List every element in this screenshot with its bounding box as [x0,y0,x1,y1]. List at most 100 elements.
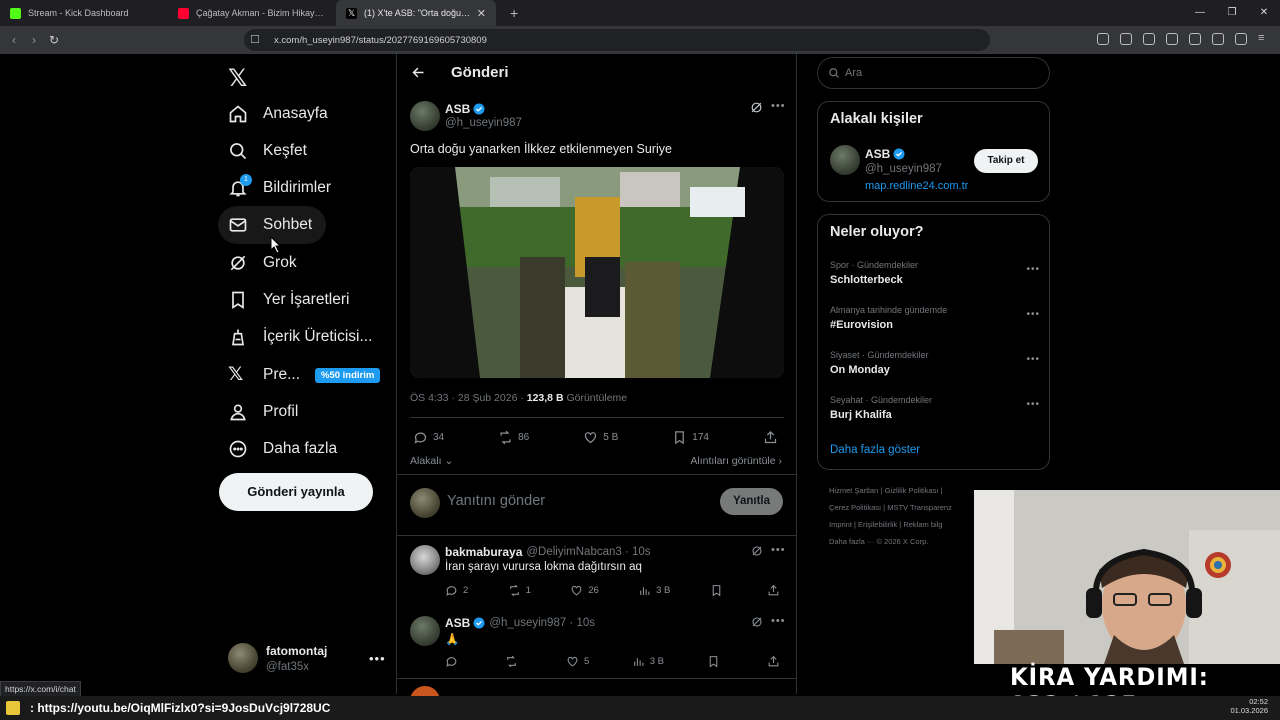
account-handle: @fat35x [266,660,310,673]
bookmark-page-icon[interactable]: ☐ [250,33,260,46]
extension-icon[interactable] [1143,33,1155,45]
trend-item[interactable]: Spor · Gündemdekiler Schlotterbeck ••• [830,260,1040,286]
grok-icon[interactable] [750,101,763,114]
search-input[interactable]: Ara [817,57,1050,89]
more-dots-icon[interactable]: ••• [1026,399,1040,410]
menu-icon[interactable]: ≡ [1258,33,1270,45]
grok-icon[interactable] [751,616,763,628]
reply-action[interactable]: 2 [445,584,468,597]
more-dots-icon[interactable]: ••• [1026,354,1040,365]
avatar[interactable] [410,101,440,131]
author-handle: @h_useyin987 [865,163,942,175]
repost-action[interactable] [505,655,523,668]
views-action[interactable]: 3 B [632,655,664,668]
reply-button[interactable]: Yanıtla [720,488,783,515]
nav-grok[interactable]: Grok [218,244,311,282]
repost-action[interactable]: 1 [508,584,531,597]
nav-more[interactable]: Daha fazla [218,430,351,468]
back-arrow-icon[interactable] [411,65,426,80]
bookmark-action[interactable]: 174 [672,430,709,445]
show-more-link[interactable]: Daha fazla göster [830,444,920,456]
nav-bookmarks[interactable]: Yer İşaretleri [218,281,363,319]
reload-icon[interactable]: ↻ [44,33,64,47]
bookmark-action[interactable] [710,584,728,597]
tab-x[interactable]: 𝕏 (1) X'te ASB: "Orta doğu yanar ✕ [336,0,496,26]
avatar[interactable] [410,545,440,575]
nav-notifications[interactable]: 1 Bildirimler [218,169,345,207]
tweet-meta: ÖS 4:33 · 28 Şub 2026 · 123,8 B Görüntül… [410,392,627,404]
related-author[interactable]: ASB [865,147,905,161]
avatar[interactable] [830,145,860,175]
more-dots-icon[interactable]: ••• [1026,264,1040,275]
more-dots-icon[interactable]: ••• [771,544,786,556]
extension-icon[interactable] [1212,33,1224,45]
extension-icon[interactable] [1189,33,1201,45]
sort-label: Alakalı [410,455,442,467]
chat-ticker: : https://youtu.be/OiqMlFizlx0?si=9JosDu… [30,701,331,715]
nav-label: Anasayfa [263,105,328,122]
grok-icon[interactable] [751,545,763,557]
back-nav-icon[interactable]: ‹ [4,33,24,47]
nav-creator[interactable]: İçerik Üreticisi... [218,318,386,356]
minimize-icon[interactable]: — [1184,0,1216,26]
maximize-icon[interactable]: ❐ [1216,0,1248,26]
more-dots-icon[interactable]: ••• [771,615,786,627]
post-button[interactable]: Gönderi yayınla [219,473,373,511]
reply-action[interactable]: 34 [413,430,444,445]
view-count: 3 B [649,656,665,667]
like-action[interactable]: 5 B [583,430,618,445]
extension-icon[interactable] [1097,33,1109,45]
repost-icon [500,430,511,445]
share-action[interactable] [767,655,785,668]
footer-links[interactable]: Hizmet Şartları | Gizlilik Politikası | … [829,482,979,550]
avatar[interactable] [410,616,440,646]
trend-item[interactable]: Seyahat · Gündemdekiler Burj Khalifa ••• [830,395,1040,421]
more-dots-icon[interactable]: ••• [369,651,386,666]
follow-button[interactable]: Takip et [974,149,1038,173]
chevron-right-icon: › [778,455,783,467]
more-dots-icon[interactable]: ••• [771,100,786,112]
nav-profile[interactable]: Profil [218,393,312,431]
more-dots-icon[interactable]: ••• [1026,309,1040,320]
url-field[interactable]: x.com/h_useyin987/status/202776916960573… [244,29,990,51]
account-switcher[interactable]: fatomontaj @fat35x ••• [228,643,385,673]
reply-author[interactable]: ASB @h_useyin987 · 10s [445,616,595,630]
sort-relevant-dropdown[interactable]: Alakalı ⌄ [410,455,453,467]
tweet-author[interactable]: ASB [445,102,485,116]
reply-input[interactable]: Yanıtını gönder [447,493,545,509]
like-action[interactable]: 5 [566,655,589,668]
trend-category: Siyaset · Gündemdekiler [830,350,929,360]
bookmark-icon [228,290,248,310]
nav-premium[interactable]: 𝕏 Pre... %50 indirim [218,356,396,394]
close-icon[interactable]: ✕ [1248,0,1280,26]
trend-item[interactable]: Almanya tarihinde gündemde #Eurovision •… [830,305,1040,331]
extension-icon[interactable] [1166,33,1178,45]
extension-icon[interactable] [1120,33,1132,45]
views-action[interactable]: 3 B [638,584,670,597]
reply-action[interactable] [445,655,463,668]
reply-author[interactable]: bakmaburaya @DeliyimNabcan3 · 10s [445,545,651,559]
share-action[interactable] [763,430,783,445]
reply-actions: 2 1 26 3 B [445,584,785,597]
tab-kick[interactable]: Stream - Kick Dashboard [0,0,168,26]
tab-youtube[interactable]: Çağatay Akman - Bizim Hikaye (Offici [168,0,336,26]
bookmark-action[interactable] [707,655,725,668]
profile-link[interactable]: map.redline24.com.tr [865,180,968,192]
taskbar-app-icon[interactable] [6,701,20,715]
new-tab-icon[interactable]: + [510,5,518,21]
nav-explore[interactable]: Keşfet [218,132,321,170]
like-action[interactable]: 26 [570,584,599,597]
nav-home[interactable]: Anasayfa [218,95,342,133]
trend-item[interactable]: Siyaset · Gündemdekiler On Monday ••• [830,350,1040,376]
x-logo-icon[interactable]: 𝕏 [228,64,247,93]
tweet-video[interactable] [410,167,784,378]
extension-icon[interactable] [1235,33,1247,45]
window-controls: — ❐ ✕ [1184,0,1280,26]
search-icon [829,68,839,78]
view-quotes-link[interactable]: Alıntıları görüntüle › [690,455,782,467]
share-action[interactable] [767,584,785,597]
repost-action[interactable]: 86 [498,430,529,445]
browser-tab-bar: Stream - Kick Dashboard Çağatay Akman - … [0,0,1280,26]
forward-nav-icon[interactable]: › [24,33,44,47]
close-tab-icon[interactable]: ✕ [477,7,486,20]
